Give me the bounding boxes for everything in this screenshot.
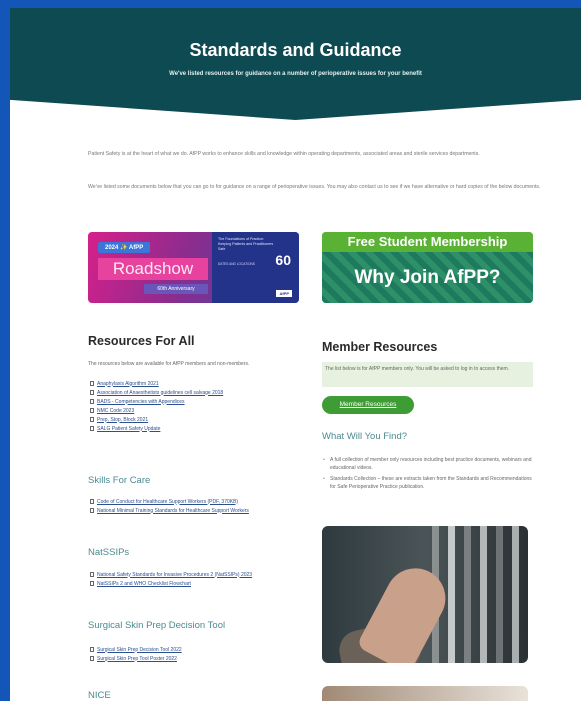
member-resources-heading: Member Resources — [322, 340, 438, 354]
document-icon — [90, 390, 94, 395]
list-item: Prep, Stop, Block 2021 — [90, 415, 223, 424]
intro-paragraph-2: We've listed some documents below that y… — [88, 184, 541, 190]
member-resources-note: The list below is for AfPP members only.… — [322, 362, 533, 387]
why-join-label: Why Join AfPP? — [322, 252, 533, 303]
list-item: National Minimal Training Standards for … — [90, 506, 249, 515]
document-icon — [90, 508, 94, 513]
resources-for-all-heading: Resources For All — [88, 334, 195, 348]
doc-link[interactable]: Surgical Skin Prep Decision Tool 2022 — [97, 647, 182, 653]
roadshow-panel-title: The Foundations of Practice: Keeping Pat… — [218, 237, 274, 251]
list-item: A full collection of member only resourc… — [322, 456, 534, 472]
skin-prep-list: Surgical Skin Prep Decision Tool 2022 Su… — [90, 645, 182, 663]
document-icon — [90, 399, 94, 404]
skills-for-care-heading: Skills For Care — [88, 475, 151, 486]
natssips-heading: NatSSIPs — [88, 547, 130, 558]
doc-link[interactable]: National Safety Standards for Invasive P… — [97, 572, 252, 578]
doc-link[interactable]: Association of Anaesthetists guidelines … — [97, 390, 223, 396]
list-item: Association of Anaesthetists guidelines … — [90, 388, 223, 397]
list-item: NMC Code 2023 — [90, 406, 223, 415]
document-icon — [90, 408, 94, 413]
roadshow-title: Roadshow — [98, 258, 208, 280]
doc-link[interactable]: Anaphylaxis Algorithm 2021 — [97, 381, 159, 387]
doc-link[interactable]: Surgical Skin Prep Tool Poster 2022 — [97, 656, 177, 662]
document-icon — [90, 581, 94, 586]
roadshow-info-panel: The Foundations of Practice: Keeping Pat… — [212, 232, 299, 303]
resources-for-all-list: Anaphylaxis Algorithm 2021 Association o… — [90, 379, 223, 433]
roadshow-anniversary: 60th Anniversary — [144, 284, 208, 294]
skills-for-care-list: Code of Conduct for Healthcare Support W… — [90, 497, 249, 515]
member-resources-button[interactable]: Member Resources — [322, 396, 414, 414]
second-photo — [322, 686, 528, 701]
list-item: Standards Collection – these are extract… — [322, 475, 534, 491]
list-item: BADS - Competencies with Appendices — [90, 397, 223, 406]
document-icon — [90, 426, 94, 431]
document-icon — [90, 499, 94, 504]
list-item: SALG Patient Safety Update — [90, 424, 223, 433]
nice-heading: NICE — [88, 690, 111, 701]
roadshow-year: 2024 ✨ AfPP — [98, 242, 151, 253]
sixty-years-badge: 60 — [275, 252, 291, 268]
document-icon — [90, 381, 94, 386]
document-icon — [90, 417, 94, 422]
doc-link[interactable]: NatSSIPs 2 and WHO Checklist Flowchart — [97, 581, 191, 587]
doc-link[interactable]: National Minimal Training Standards for … — [97, 508, 249, 514]
page-subtitle: We've listed resources for guidance on a… — [169, 71, 422, 77]
join-afpp-banner[interactable]: Free Student Membership Why Join AfPP? — [322, 232, 533, 303]
skin-prep-heading: Surgical Skin Prep Decision Tool — [88, 620, 226, 631]
roadshow-banner[interactable]: 2024 ✨ AfPP Roadshow 60th Anniversary Th… — [88, 232, 299, 303]
library-shelf-photo — [322, 526, 528, 663]
intro-paragraph-1: Patient Safety is at the heart of what w… — [88, 151, 480, 157]
doc-link[interactable]: NMC Code 2023 — [97, 408, 134, 414]
natssips-list: National Safety Standards for Invasive P… — [90, 570, 252, 588]
what-will-you-find-heading: What Will You Find? — [322, 431, 408, 442]
list-item: National Safety Standards for Invasive P… — [90, 570, 252, 579]
list-item: Surgical Skin Prep Tool Poster 2022 — [90, 654, 182, 663]
document-icon — [90, 572, 94, 577]
doc-link[interactable]: SALG Patient Safety Update — [97, 426, 160, 432]
member-benefits-list: A full collection of member only resourc… — [322, 456, 534, 494]
hero-banner — [10, 8, 581, 120]
doc-link[interactable]: Prep, Stop, Block 2021 — [97, 417, 148, 423]
list-item: Code of Conduct for Healthcare Support W… — [90, 497, 249, 506]
document-icon — [90, 647, 94, 652]
document-icon — [90, 656, 94, 661]
afpp-logo: AfPP — [276, 290, 292, 297]
resources-for-all-note: The resources below are available for Af… — [88, 361, 250, 367]
list-item: Anaphylaxis Algorithm 2021 — [90, 379, 223, 388]
doc-link[interactable]: BADS - Competencies with Appendices — [97, 399, 185, 405]
list-item: Surgical Skin Prep Decision Tool 2022 — [90, 645, 182, 654]
roadshow-dates-label: DATES AND LOCATIONS — [218, 262, 255, 266]
list-item: NatSSIPs 2 and WHO Checklist Flowchart — [90, 579, 252, 588]
doc-link[interactable]: Code of Conduct for Healthcare Support W… — [97, 499, 238, 505]
page: Standards and Guidance We've listed reso… — [10, 8, 581, 701]
free-student-membership-label: Free Student Membership — [322, 232, 533, 252]
page-title: Standards and Guidance — [189, 40, 402, 60]
